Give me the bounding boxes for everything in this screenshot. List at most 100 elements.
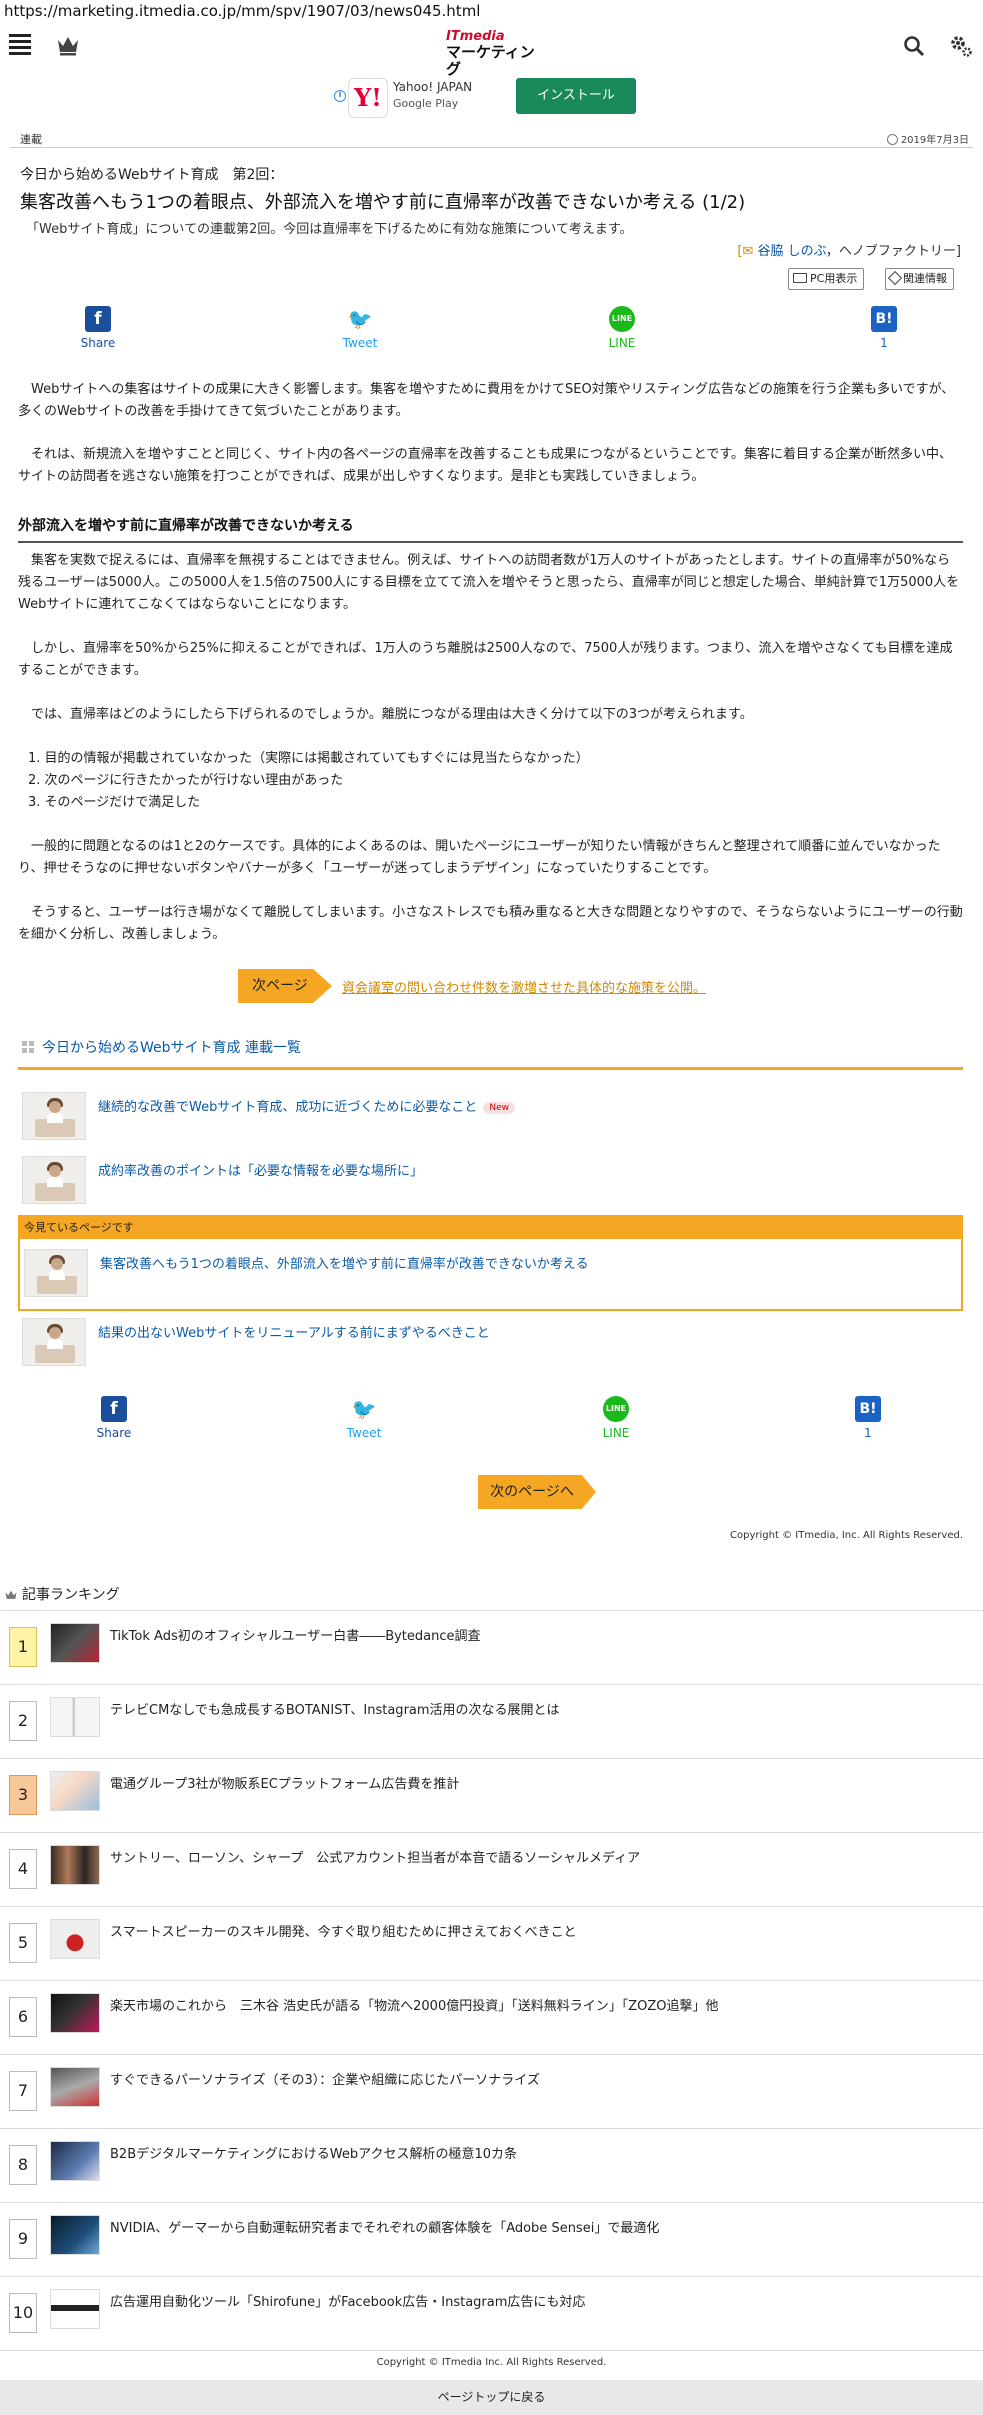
article-paragraph: しかし、直帰率を50%から25%に抑えることができれば、1万人のうち離脱は250… — [18, 641, 953, 678]
ranking-thumbnail — [50, 1623, 100, 1663]
hatena-icon: B! — [871, 306, 897, 332]
diamond-icon — [887, 270, 903, 286]
article-copyright: Copyright © ITmedia, Inc. All Rights Res… — [730, 1530, 963, 1541]
series-thumbnail — [24, 1249, 88, 1297]
series-item[interactable]: 成約率改善のポイントは「必要な情報を必要な場所に」 — [22, 1156, 952, 1208]
series-item-current[interactable]: 集客改善へもう1つの着眼点、外部流入を増やす前に直帰率が改善できないか考える — [24, 1249, 954, 1301]
ranking-thumbnail — [50, 1993, 100, 2033]
ad-info-icon[interactable]: i — [334, 90, 346, 102]
share-line[interactable]: LINE LINE — [586, 1396, 646, 1440]
facebook-icon: f — [101, 1396, 127, 1422]
logo-itmedia: ITmedia — [446, 29, 505, 44]
footer-copyright: Copyright © ITmedia Inc. All Rights Rese… — [376, 2357, 607, 2368]
rank-number: 2 — [9, 1701, 37, 1741]
series-item-title[interactable]: 集客改善へもう1つの着眼点、外部流入を増やす前に直帰率が改善できないか考える — [100, 1253, 589, 1272]
article-lead: 「Webサイト育成」についての連載第2回。今回は直帰率を下げるために有効な施策に… — [26, 222, 633, 237]
menu-icon[interactable] — [9, 34, 31, 55]
series-item[interactable]: 継続的な改善でWebサイト育成、成功に近づくために必要なこと New — [22, 1092, 952, 1144]
ranking-item-title[interactable]: TikTok Ads初のオフィシャルユーザー白書――Bytedance調査 — [110, 1625, 481, 1644]
twitter-icon: 🐦 — [347, 307, 373, 331]
article-paragraph: そうすると、ユーザーは行き場がなくて離脱してしまいます。小さなストレスでも積み重… — [18, 905, 963, 942]
crown-icon[interactable] — [56, 34, 80, 56]
page-top-button[interactable]: ページトップに戻る — [0, 2380, 983, 2415]
series-subtitle: 今日から始めるWebサイト育成 第2回： — [20, 167, 284, 183]
rank-number: 6 — [9, 1997, 37, 2037]
author-icon: ✉ — [742, 244, 754, 259]
share-hatena[interactable]: B! 1 — [854, 306, 914, 350]
install-button[interactable]: インストール — [516, 78, 636, 114]
author-link[interactable]: 谷脇 しのぶ — [757, 244, 825, 259]
ranking-item-title[interactable]: 電通グループ3社が物販系ECプラットフォーム広告費を推計 — [110, 1773, 459, 1792]
url-bar[interactable]: https://marketing.itmedia.co.jp/mm/spv/1… — [0, 0, 983, 22]
yahoo-app-icon: Y! — [348, 78, 388, 118]
gear-icon[interactable] — [948, 33, 974, 59]
article-paragraph: Webサイトへの集客はサイトの成果に大きく影響します。集客を増やすために費用をか… — [18, 382, 955, 419]
ranking-item-title[interactable]: B2BデジタルマーケティングにおけるWebアクセス解析の極意10カ条 — [110, 2143, 517, 2162]
facebook-icon: f — [85, 306, 111, 332]
share-facebook[interactable]: f Share — [84, 1396, 144, 1440]
ranking-item[interactable]: 1 TikTok Ads初のオフィシャルユーザー白書――Bytedance調査 — [0, 1611, 983, 1685]
ranking-item[interactable]: 4 サントリー、ローソン、シャープ 公式アカウント担当者が本音で語るソーシャルメ… — [0, 1833, 983, 1907]
search-icon[interactable] — [902, 34, 926, 58]
next-page-button[interactable]: 次のページへ — [478, 1475, 596, 1509]
ranking-item-title[interactable]: スマートスピーカーのスキル開発、今すぐ取り組むために押さえておくべきこと — [110, 1921, 577, 1940]
ranking-item-title[interactable]: サントリー、ローソン、シャープ 公式アカウント担当者が本音で語るソーシャルメディ… — [110, 1847, 640, 1866]
rank-number: 5 — [9, 1923, 37, 1963]
series-list-title[interactable]: 今日から始めるWebサイト育成 連載一覧 — [22, 1037, 301, 1057]
related-info-button[interactable]: 関連情報 — [885, 268, 954, 290]
ranking-item-title[interactable]: NVIDIA、ゲーマーから自動運転研究者までそれぞれの顧客体験を「Adobe S… — [110, 2217, 659, 2236]
ranking-item-title[interactable]: 楽天市場のこれから 三木谷 浩史氏が語る「物流へ2000億円投資」「送料無料ライ… — [110, 1995, 719, 2014]
ranking-item[interactable]: 10 広告運用自動化ツール「Shirofune」がFacebook広告・Inst… — [0, 2277, 983, 2351]
article-date: 2019年7月3日 — [886, 131, 969, 146]
series-thumbnail — [22, 1156, 86, 1204]
line-icon: LINE — [603, 1396, 629, 1422]
share-bar-top: f Share 🐦 Tweet LINE LINE B! 1 — [0, 306, 983, 362]
ranking-item[interactable]: 3 電通グループ3社が物販系ECプラットフォーム広告費を推計 — [0, 1759, 983, 1833]
rank-number: 4 — [9, 1849, 37, 1889]
site-logo[interactable]: ITmedia マーケティング — [446, 29, 542, 78]
rank-number: 8 — [9, 2145, 37, 2185]
ad-store: Google Play — [393, 97, 459, 110]
current-page-label: 今見ているページです — [20, 1217, 961, 1239]
ranking-item[interactable]: 8 B2BデジタルマーケティングにおけるWebアクセス解析の極意10カ条 — [0, 2129, 983, 2203]
ranking-thumbnail — [50, 1697, 100, 1737]
divider — [18, 1067, 963, 1070]
rank-number: 9 — [9, 2219, 37, 2259]
ranking-item[interactable]: 6 楽天市場のこれから 三木谷 浩史氏が語る「物流へ2000億円投資」「送料無料… — [0, 1981, 983, 2055]
byline: [✉ 谷脇 しのぶ，ヘノブファクトリー] — [737, 244, 961, 259]
ranking-thumbnail — [50, 2289, 100, 2329]
monitor-icon — [793, 273, 807, 283]
series-item[interactable]: 結果の出ないWebサイトをリニューアルする前にまずやるべきこと — [22, 1318, 952, 1370]
article-paragraph: 一般的に問題となるのは1と2のケースです。具体的によくあるのは、開いたページにユ… — [18, 839, 941, 876]
share-hatena[interactable]: B! 1 — [838, 1396, 898, 1440]
share-twitter[interactable]: 🐦 Tweet — [330, 306, 390, 350]
share-twitter[interactable]: 🐦 Tweet — [334, 1396, 394, 1440]
next-page-link[interactable]: 資会議室の問い合わせ件数を激増させた具体的な施策を公開。 — [342, 977, 706, 996]
pc-display-button[interactable]: PC用表示 — [788, 268, 865, 290]
share-facebook[interactable]: f Share — [68, 306, 128, 350]
ranking-item[interactable]: 5 スマートスピーカーのスキル開発、今すぐ取り組むために押さえておくべきこと — [0, 1907, 983, 1981]
ranking-item[interactable]: 9 NVIDIA、ゲーマーから自動運転研究者までそれぞれの顧客体験を「Adobe… — [0, 2203, 983, 2277]
app-install-ad[interactable]: i Y! Yahoo! JAPAN Google Play インストール — [330, 72, 660, 120]
ranking-item[interactable]: 7 すぐできるパーソナライズ（その3）：企業や組織に応じたパーソナライズ — [0, 2055, 983, 2129]
rank-number: 1 — [9, 1627, 37, 1667]
share-line[interactable]: LINE LINE — [592, 306, 652, 350]
crown-icon — [5, 1590, 17, 1599]
article-meta-bar: 連載 2019年7月3日 — [10, 128, 973, 148]
article-paragraph: 集客を実数で捉えるには、直帰率を無視することはできません。例えば、サイトへの訪問… — [18, 553, 960, 612]
grid-icon — [22, 1041, 34, 1053]
ranking-thumbnail — [50, 2215, 100, 2255]
ranking-item[interactable]: 2 テレビCMなしでも急成長するBOTANIST、Instagram活用の次なる… — [0, 1685, 983, 1759]
series-item-title[interactable]: 継続的な改善でWebサイト育成、成功に近づくために必要なこと — [98, 1100, 477, 1115]
article-paragraph: それは、新規流入を増やすことと同じく、サイト内の各ページの直帰率を改善することも… — [18, 447, 953, 484]
ranking-item-title[interactable]: 広告運用自動化ツール「Shirofune」がFacebook広告・Instagr… — [110, 2291, 585, 2310]
next-page-tag: 次ページ — [238, 969, 332, 1003]
series-item-title[interactable]: 結果の出ないWebサイトをリニューアルする前にまずやるべきこと — [98, 1322, 490, 1341]
rank-number: 3 — [9, 1775, 37, 1815]
ranking-item-title[interactable]: テレビCMなしでも急成長するBOTANIST、Instagram活用の次なる展開… — [110, 1699, 560, 1718]
ad-title: Yahoo! JAPAN — [393, 80, 473, 94]
section-heading: 外部流入を増やす前に直帰率が改善できないか考える — [18, 515, 963, 543]
page-title: 集客改善へもう1つの着眼点、外部流入を増やす前に直帰率が改善できないか考える (… — [20, 192, 746, 213]
ranking-item-title[interactable]: すぐできるパーソナライズ（その3）：企業や組織に応じたパーソナライズ — [110, 2069, 540, 2088]
series-item-title[interactable]: 成約率改善のポイントは「必要な情報を必要な場所に」 — [98, 1160, 423, 1179]
